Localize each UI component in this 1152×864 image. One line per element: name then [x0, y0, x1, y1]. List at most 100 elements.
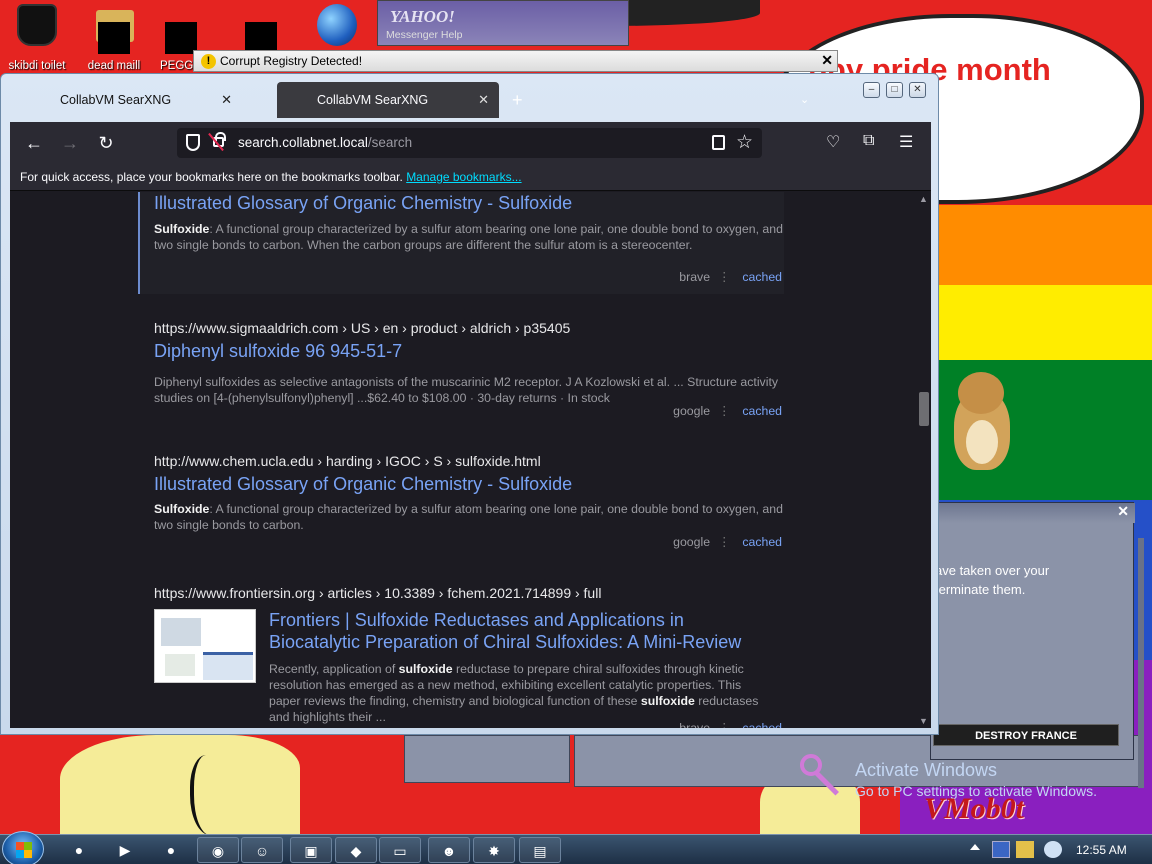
snippet-bold: Sulfoxide [154, 502, 210, 516]
extensions-puzzle-icon[interactable]: ⧉ [863, 132, 874, 150]
taskbar-app-button[interactable]: ▭ [379, 837, 421, 863]
minimize-button[interactable]: – [863, 82, 880, 98]
tab-collabvm-searxng-active[interactable]: CollabVM SearXNG ✕ [277, 82, 499, 118]
takeover-popup[interactable]: ✕ ave taken over your terminate them. DE… [930, 502, 1135, 760]
mail-icon [98, 22, 130, 54]
result-meta: brave ⋮ cached [679, 270, 782, 284]
popup-message: ave taken over your terminate them. [935, 561, 1049, 599]
close-window-button[interactable]: ✕ [909, 82, 926, 98]
reload-button[interactable]: ↻ [94, 131, 118, 155]
result-thumbnail-image[interactable] [154, 609, 256, 683]
back-button[interactable]: ← [22, 131, 46, 155]
taskbar-app-button[interactable]: ☺ [241, 837, 283, 863]
url-bar[interactable]: search.collabnet.local/search ☆ [177, 128, 762, 158]
show-hidden-icons-arrow-icon[interactable] [970, 844, 980, 850]
cached-link[interactable]: cached [742, 404, 782, 418]
forward-button[interactable]: → [58, 131, 82, 155]
popup-message-line: terminate them. [935, 582, 1026, 597]
search-result: Illustrated Glossary of Organic Chemistr… [138, 192, 784, 294]
snippet-text: Recently, application of [269, 662, 399, 676]
yahoo-menu[interactable]: Messenger Help [386, 29, 462, 41]
snippet-bold: sulfoxide [398, 662, 453, 676]
taskbar-firefox-button[interactable]: ◉ [197, 837, 239, 863]
tab-label: CollabVM SearXNG [317, 93, 429, 107]
taskbar-app-button[interactable]: ▶ [104, 837, 146, 863]
search-result: https://www.sigmaaldrich.com › US › en ›… [154, 320, 784, 420]
result-title-link[interactable]: Illustrated Glossary of Organic Chemistr… [154, 192, 784, 214]
url-text[interactable]: search.collabnet.local/search [238, 135, 412, 150]
desktop-icon-app[interactable] [224, 4, 298, 54]
wallpaper-figure [60, 735, 300, 845]
result-snippet: Sulfoxide: A functional group characteri… [154, 501, 784, 533]
taskbar-app-button[interactable]: ☻ [428, 837, 470, 863]
alert-close-button[interactable]: ✕ [821, 52, 833, 69]
more-options-icon[interactable]: ⋮ [718, 535, 730, 549]
bookmark-star-icon[interactable]: ☆ [736, 131, 753, 154]
app-icon: ▣ [304, 843, 318, 859]
result-engine: brave [679, 721, 711, 728]
network-icon[interactable] [1044, 841, 1062, 858]
taskbar-app-button[interactable]: ● [150, 837, 192, 863]
destroy-france-button[interactable]: DESTROY FRANCE [933, 724, 1119, 746]
forward-arrow-icon: → [61, 133, 79, 153]
vmob0t-logo: VMob0t [924, 792, 1025, 825]
start-button[interactable] [2, 831, 44, 864]
result-url[interactable]: https://www.frontiersin.org › articles ›… [154, 585, 784, 601]
new-tab-button[interactable]: + [512, 82, 523, 118]
tab-close-button[interactable]: ✕ [478, 82, 489, 118]
tab-strip: CollabVM SearXNG ✕ CollabVM SearXNG ✕ + … [10, 82, 850, 118]
corrupt-registry-alert[interactable]: ! Corrupt Registry Detected! ✕ [193, 50, 838, 72]
desktop-icon-label: dead maill [87, 60, 141, 72]
desktop-icon-dead-maill[interactable]: dead maill [77, 4, 151, 72]
list-all-tabs-button[interactable]: ⌄ [800, 82, 809, 118]
popup-window-shadow [404, 735, 570, 783]
scroll-down-arrow-icon[interactable]: ▼ [918, 716, 929, 726]
maximize-button[interactable]: □ [886, 82, 903, 98]
hamburger-menu-icon[interactable]: ☰ [899, 132, 913, 152]
desktop-icon-internet-explorer[interactable] [300, 4, 374, 46]
result-title-link[interactable]: Illustrated Glossary of Organic Chemistr… [154, 473, 784, 495]
manage-bookmarks-link[interactable]: Manage bookmarks... [406, 170, 521, 184]
reader-view-icon[interactable] [712, 135, 725, 150]
cached-link[interactable]: cached [742, 721, 782, 728]
popup-close-button[interactable]: ✕ [1117, 503, 1129, 520]
pocket-icon[interactable]: ♡ [826, 132, 840, 152]
result-url[interactable]: https://www.sigmaaldrich.com › US › en ›… [154, 320, 784, 336]
vertical-scrollbar[interactable]: ▲ ▼ [916, 192, 931, 728]
result-snippet: Recently, application of sulfoxide reduc… [269, 661, 774, 725]
result-url[interactable]: http://www.chem.ucla.edu › harding › IGO… [154, 453, 784, 469]
result-title-link[interactable]: Frontiers | Sulfoxide Reductases and App… [269, 609, 774, 653]
more-options-icon[interactable]: ⋮ [718, 721, 730, 728]
taskbar-app-button[interactable]: ▤ [519, 837, 561, 863]
tray-app-icon[interactable] [992, 841, 1010, 858]
scrollbar-thumb[interactable] [919, 392, 929, 426]
firefox-window[interactable]: – □ ✕ CollabVM SearXNG ✕ CollabVM SearXN… [0, 73, 939, 735]
popup-message-line: ave taken over your [935, 563, 1050, 578]
result-title-link[interactable]: Diphenyl sulfoxide 96 945-51-7 [154, 340, 784, 362]
tracking-protection-shield-icon[interactable] [186, 134, 200, 151]
internet-explorer-icon [317, 4, 357, 46]
snippet-text: : A functional group characterized by a … [154, 502, 783, 532]
smiley-icon: ☻ [441, 843, 457, 859]
taskbar-app-button[interactable]: ✸ [473, 837, 515, 863]
tab-collabvm-searxng[interactable]: CollabVM SearXNG ✕ [20, 82, 242, 118]
more-options-icon[interactable]: ⋮ [718, 404, 730, 418]
cached-link[interactable]: cached [742, 270, 782, 284]
result-meta: google ⋮ cached [673, 404, 782, 418]
tab-close-button[interactable]: ✕ [221, 82, 232, 118]
reload-icon: ↻ [98, 133, 114, 153]
popup-titlebar[interactable]: ✕ [931, 503, 1135, 523]
tab-label: CollabVM SearXNG [60, 93, 172, 107]
bookmarks-toolbar-message: For quick access, place your bookmarks h… [20, 170, 407, 184]
taskbar-clock[interactable]: 12:55 AM [1076, 835, 1127, 864]
yahoo-messenger-window[interactable]: YAHOO! Messenger Help [377, 0, 629, 46]
scroll-up-arrow-icon[interactable]: ▲ [918, 194, 929, 204]
cached-link[interactable]: cached [742, 535, 782, 549]
result-meta: google ⋮ cached [673, 535, 782, 549]
taskbar-app-button[interactable]: ◆ [335, 837, 377, 863]
taskbar-app-button[interactable]: ▣ [290, 837, 332, 863]
taskbar-app-button[interactable]: ● [58, 837, 100, 863]
tray-app-icon[interactable] [1016, 841, 1034, 858]
desktop-icon-skibdi-toilet[interactable]: skibdi toilet [0, 4, 74, 72]
more-options-icon[interactable]: ⋮ [718, 270, 730, 284]
